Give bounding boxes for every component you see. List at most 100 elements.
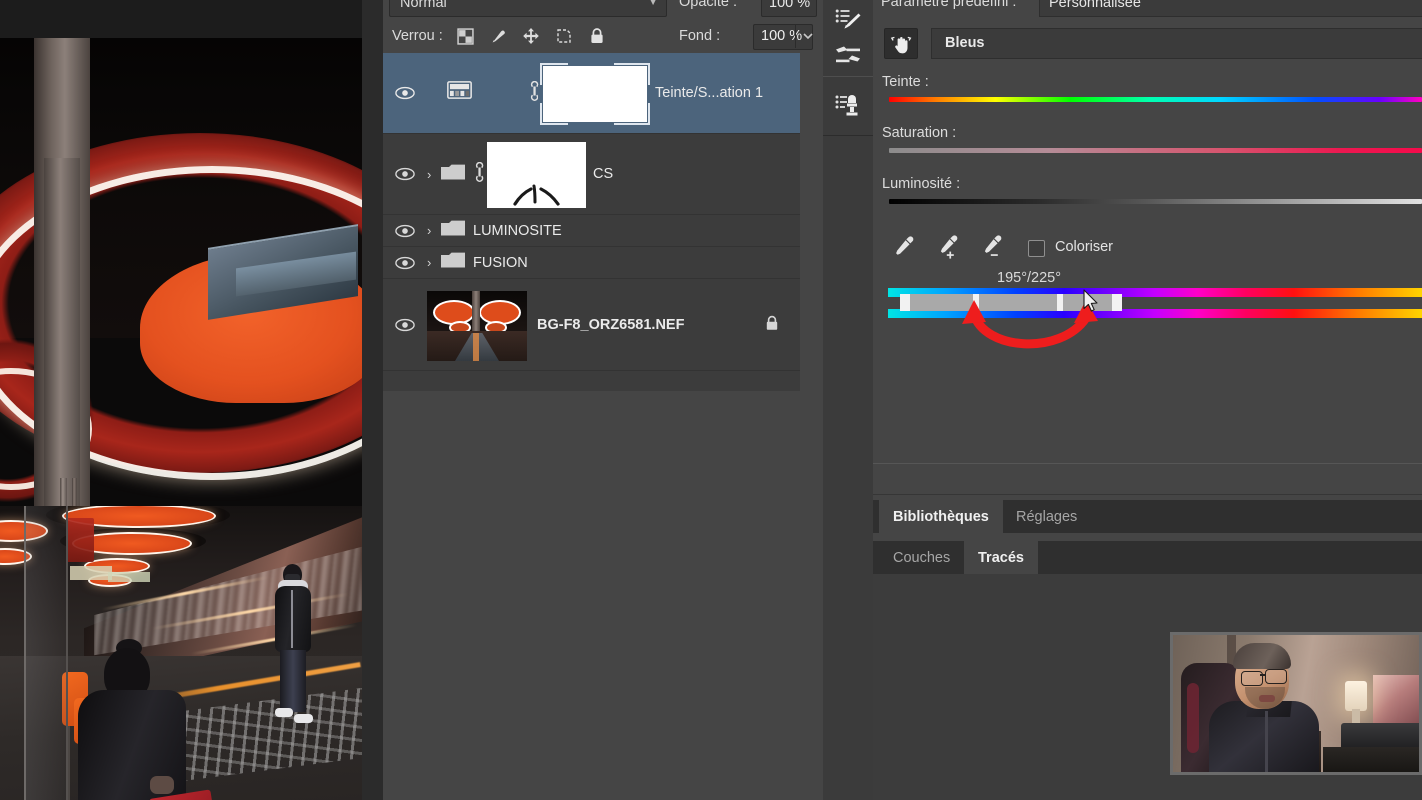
webcam-video xyxy=(1173,635,1419,772)
preset-row: Paramètre prédéfini : Personnalisée xyxy=(873,0,1422,18)
table-row[interactable]: › LUMINOSITE xyxy=(383,215,800,247)
lock-icon xyxy=(765,315,779,337)
icon-strip-group-brushes xyxy=(823,0,873,77)
tab-couches[interactable]: Couches xyxy=(879,541,964,574)
eyedropper-add-icon[interactable] xyxy=(936,234,962,260)
presenter-hair xyxy=(1233,643,1291,669)
panel-icon-strip xyxy=(823,0,873,800)
lock-label: Verrou : xyxy=(392,28,443,44)
layer-visibility-toggle[interactable] xyxy=(394,82,416,104)
blend-mode-value: Normal xyxy=(400,0,447,11)
brush-settings-icon[interactable] xyxy=(823,38,873,74)
tab-label: Bibliothèques xyxy=(893,508,989,525)
mask-frame-gap xyxy=(568,61,614,65)
lock-artboard-nesting-icon[interactable] xyxy=(554,26,574,46)
folder-icon xyxy=(440,250,466,275)
group-mask-thumbnail[interactable] xyxy=(487,142,586,208)
seated-person xyxy=(72,639,200,800)
standing-person xyxy=(272,564,314,732)
colorize-label: Coloriser xyxy=(1055,239,1114,255)
preset-select[interactable]: Personnalisée xyxy=(1039,0,1422,17)
opacity-label: Opacité : xyxy=(679,0,738,10)
clone-source-icon[interactable] xyxy=(823,88,873,124)
glass-partition xyxy=(24,506,68,800)
tab-group-channels-paths: Couches Tracés xyxy=(873,541,1422,574)
lock-all-icon[interactable] xyxy=(587,26,607,46)
opacity-chevron-down-icon[interactable] xyxy=(789,0,815,15)
wall-art xyxy=(1373,675,1419,723)
table-row[interactable]: Teinte/S...ation 1 xyxy=(383,53,800,134)
tab-label: Couches xyxy=(893,549,951,566)
shirt-placket xyxy=(1265,711,1268,772)
lock-row: Verrou : Fond: 100 % xyxy=(383,21,823,53)
on-image-adjustment-hand-icon[interactable] xyxy=(884,28,918,59)
chevron-down-icon: ▼ xyxy=(648,0,658,8)
desk-lamp xyxy=(1345,681,1367,711)
hue-range-outer-left-handle[interactable] xyxy=(900,294,910,311)
document-canvas[interactable] xyxy=(0,0,383,800)
tab-traces[interactable]: Tracés xyxy=(964,541,1038,574)
layer-visibility-toggle[interactable] xyxy=(394,163,416,185)
mouse-pointer-icon xyxy=(1083,289,1098,312)
saturation-slider-track[interactable] xyxy=(889,148,1422,153)
hue-range-inner-left-handle[interactable] xyxy=(973,294,979,311)
table-row[interactable]: BG-F8_ORZ6581.NEF xyxy=(383,279,800,371)
layer-thumbnail[interactable] xyxy=(427,291,527,361)
eyeglasses-right-lens xyxy=(1265,669,1287,684)
tab-label: Réglages xyxy=(1016,508,1078,525)
hue-range-readout: 195°/225° xyxy=(997,270,1062,286)
folder-icon xyxy=(440,162,466,187)
platform-sign-secondary xyxy=(70,566,112,580)
photoshop-window: Normal ▼ Opacité : 100 % Verrou : Fond:… xyxy=(0,0,1422,800)
canvas-scrollbar-track[interactable] xyxy=(362,0,383,800)
folder-icon xyxy=(440,218,466,243)
saturation-slider-label: Saturation : xyxy=(882,125,957,141)
brush-presets-icon[interactable] xyxy=(823,2,873,38)
channel-select[interactable]: Bleus xyxy=(931,28,1422,59)
tab-label: Tracés xyxy=(978,549,1024,566)
lock-position-icon[interactable] xyxy=(521,26,541,46)
chevron-right-icon[interactable]: › xyxy=(427,167,431,182)
channel-value: Bleus xyxy=(945,35,985,51)
tab-group-libraries: Bibliothèques Réglages xyxy=(873,500,1422,533)
chevron-right-icon[interactable]: › xyxy=(427,223,431,238)
column-taper xyxy=(44,158,80,518)
chair-accent xyxy=(1187,683,1199,753)
table-row[interactable]: › FUSION xyxy=(383,247,800,279)
distant-light xyxy=(108,572,150,582)
hue-range-inner-right-handle[interactable] xyxy=(1057,294,1063,311)
hue-saturation-adjustment-icon[interactable] xyxy=(447,80,472,106)
layer-visibility-toggle[interactable] xyxy=(394,314,416,336)
preset-value: Personnalisée xyxy=(1049,0,1141,11)
lightness-slider-label: Luminosité : xyxy=(882,176,961,192)
layer-name: BG-F8_ORZ6581.NEF xyxy=(537,316,685,333)
lightness-slider-track[interactable] xyxy=(889,199,1422,204)
mask-frame-gap xyxy=(648,85,652,103)
hue-slider-track[interactable] xyxy=(889,97,1422,102)
layer-name: LUMINOSITE xyxy=(473,222,562,239)
mask-frame-gap xyxy=(568,123,614,127)
fill-chevron-down-icon[interactable] xyxy=(795,24,822,48)
blend-mode-select[interactable]: Normal ▼ xyxy=(389,0,667,17)
eyedropper-icon[interactable] xyxy=(892,234,918,260)
layer-mask-link-icon[interactable] xyxy=(471,161,484,187)
mask-frame-gap xyxy=(538,85,542,103)
colorize-checkbox[interactable] xyxy=(1028,240,1045,257)
layer-list: Teinte/S...ation 1 › CS › LUMINOSITE › F… xyxy=(383,53,800,391)
layer-name: FUSION xyxy=(473,254,528,271)
layer-name: Teinte/S...ation 1 xyxy=(655,85,764,101)
chevron-right-icon[interactable]: › xyxy=(427,255,431,270)
layer-visibility-toggle[interactable] xyxy=(394,252,416,274)
layer-visibility-toggle[interactable] xyxy=(394,220,416,242)
hue-range-outer-right-handle[interactable] xyxy=(1112,294,1122,311)
photo-image xyxy=(0,38,362,800)
lock-transparent-pixels-icon[interactable] xyxy=(455,26,475,46)
eyedropper-subtract-icon[interactable] xyxy=(980,234,1006,260)
platform-sign xyxy=(66,518,94,562)
preset-label: Paramètre prédéfini : xyxy=(881,0,1017,10)
tab-reglages[interactable]: Réglages xyxy=(1002,500,1091,533)
presenter-mouth xyxy=(1259,695,1275,702)
table-row[interactable]: › CS xyxy=(383,134,800,215)
lock-image-pixels-icon[interactable] xyxy=(488,26,508,46)
tab-bibliotheques[interactable]: Bibliothèques xyxy=(879,500,1003,533)
